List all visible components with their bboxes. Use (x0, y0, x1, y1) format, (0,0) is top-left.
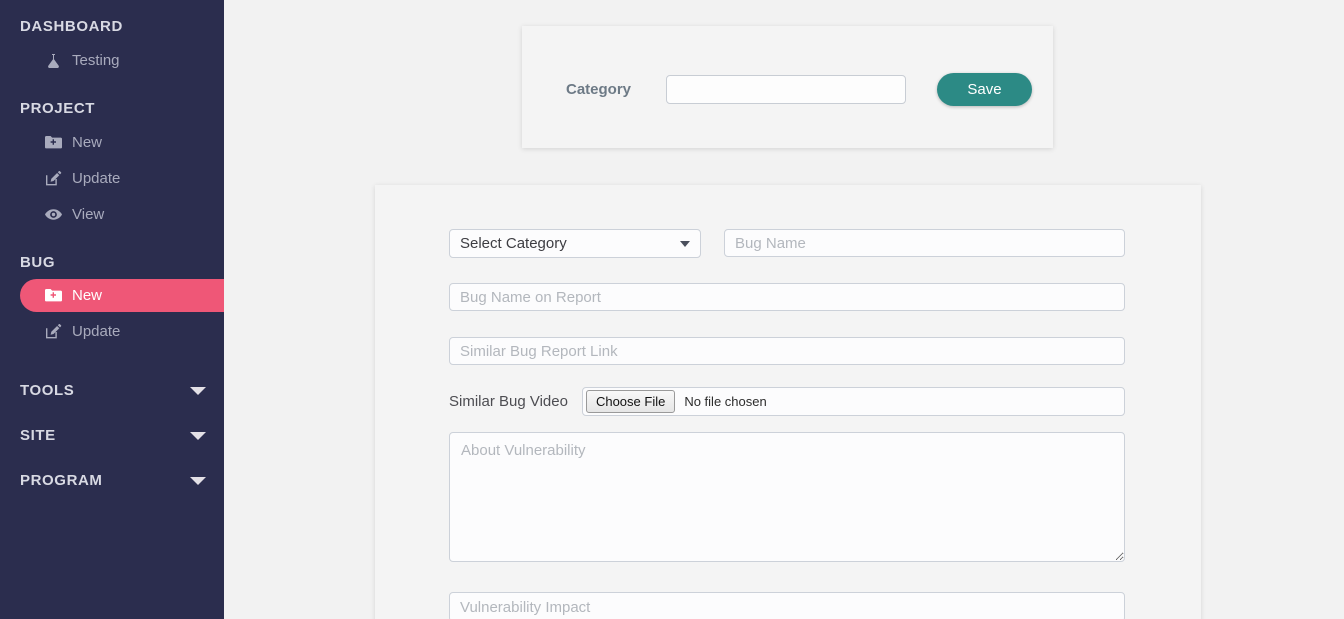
sidebar-section-tools[interactable]: TOOLS (0, 382, 224, 399)
sidebar-item-label-bug-update: Update (72, 323, 121, 340)
about-vulnerability-textarea[interactable] (449, 432, 1125, 562)
category-label: Category (566, 81, 632, 98)
folder-plus-icon (45, 287, 62, 304)
category-input[interactable] (666, 75, 906, 104)
similar-bug-video-label: Similar Bug Video (449, 393, 568, 410)
save-button[interactable]: Save (937, 73, 1032, 106)
select-category-label: Select Category (460, 235, 567, 252)
main-content: Category Save Select Category Similar Bu… (224, 0, 1344, 619)
folder-plus-icon (45, 134, 62, 151)
sidebar-section-title-program: PROGRAM (20, 472, 103, 489)
triangle-down-icon (680, 240, 690, 247)
sidebar-item-project-new[interactable]: New (0, 126, 224, 159)
category-row: Category Save (566, 73, 1032, 106)
sidebar-item-testing[interactable]: Testing (0, 44, 224, 77)
sidebar-section-project: PROJECT (0, 100, 224, 117)
sidebar-item-label-project-new: New (72, 134, 103, 151)
eye-icon (45, 206, 62, 223)
chevron-down-icon[interactable] (190, 386, 206, 395)
choose-file-button[interactable]: Choose File (585, 390, 676, 413)
vulnerability-impact-input[interactable] (449, 592, 1125, 619)
sidebar-section-title-project: PROJECT (20, 100, 96, 117)
flask-icon (45, 52, 62, 69)
sidebar-section-title-bug: BUG (20, 254, 56, 271)
edit-pencil-icon (45, 323, 62, 340)
sidebar-item-label-testing: Testing (72, 52, 120, 69)
bug-name-input[interactable] (724, 229, 1125, 257)
edit-pencil-icon (45, 170, 62, 187)
sidebar-item-label-project-view: View (72, 206, 105, 223)
sidebar-section-title-tools: TOOLS (20, 382, 75, 399)
bug-name-on-report-input[interactable] (449, 283, 1125, 311)
sidebar-section-title-dashboard: DASHBOARD (20, 18, 123, 35)
sidebar-item-bug-new[interactable]: New (20, 279, 224, 312)
sidebar: DASHBOARD Testing PROJECT New Update Vie… (0, 0, 224, 619)
sidebar-section-dashboard: DASHBOARD (0, 18, 224, 35)
sidebar-section-bug: BUG (0, 254, 224, 271)
chevron-down-icon[interactable] (190, 431, 206, 440)
sidebar-item-bug-update[interactable]: Update (0, 315, 224, 348)
chevron-down-icon[interactable] (190, 476, 206, 485)
file-status-text: No file chosen (684, 394, 767, 409)
category-card: Category Save (522, 26, 1053, 148)
sidebar-section-site[interactable]: SITE (0, 427, 224, 444)
sidebar-section-title-site: SITE (20, 427, 56, 444)
file-input-control[interactable]: Choose File No file chosen (581, 387, 1125, 416)
sidebar-section-program[interactable]: PROGRAM (0, 472, 224, 489)
bug-form-card: Select Category Similar Bug Video Choose… (375, 185, 1201, 619)
sidebar-item-label-project-update: Update (72, 170, 121, 187)
sidebar-item-label-bug-new: New (72, 287, 103, 304)
similar-bug-report-link-input[interactable] (449, 337, 1125, 365)
similar-bug-video-row: Similar Bug Video Choose File No file ch… (449, 387, 1125, 416)
select-category-dropdown[interactable]: Select Category (449, 229, 701, 258)
sidebar-item-project-update[interactable]: Update (0, 162, 224, 195)
sidebar-item-project-view[interactable]: View (0, 198, 224, 231)
